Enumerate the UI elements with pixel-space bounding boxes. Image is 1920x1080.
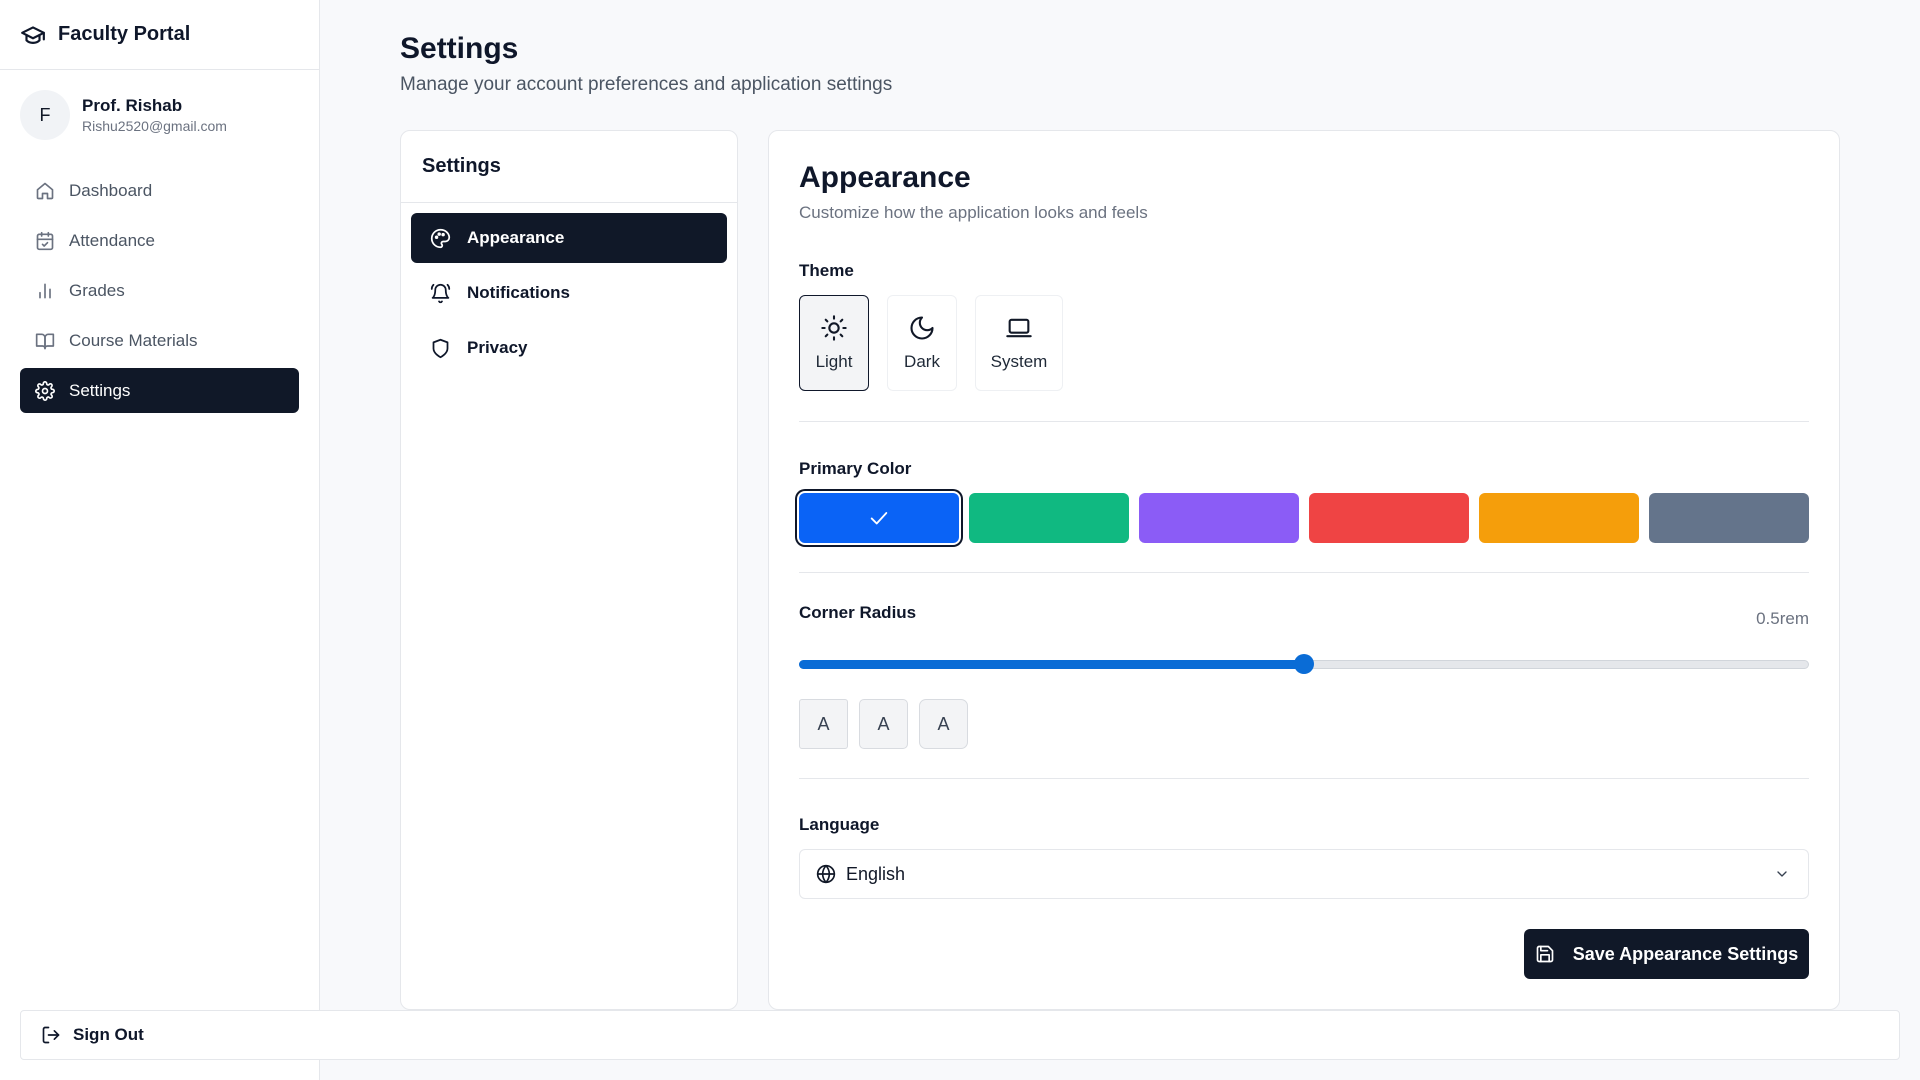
theme-label: Theme	[799, 261, 854, 280]
brand-header: Faculty Portal	[0, 0, 319, 70]
appearance-title: Appearance	[799, 161, 971, 194]
avatar: F	[20, 90, 70, 140]
sidebar-item-dashboard[interactable]: Dashboard	[20, 168, 299, 213]
settings-tab-notifications[interactable]: Notifications	[411, 268, 727, 318]
log-out-icon	[41, 1025, 61, 1045]
sidebar-item-grades[interactable]: Grades	[20, 268, 299, 313]
settings-tab-label: Appearance	[467, 228, 565, 247]
settings-tab-appearance[interactable]: Appearance	[411, 213, 727, 263]
color-swatch[interactable]	[1649, 493, 1809, 543]
book-open-icon	[35, 331, 55, 351]
page-title: Settings	[400, 32, 519, 65]
color-swatch[interactable]	[1139, 493, 1299, 543]
save-appearance-button[interactable]: Save Appearance Settings	[1524, 929, 1809, 979]
laptop-icon	[1005, 314, 1033, 342]
shield-icon	[430, 338, 451, 359]
palette-icon	[430, 228, 451, 249]
theme-option-label: Light	[815, 352, 853, 371]
chevron-down-icon	[1774, 866, 1790, 882]
save-button-label: Save Appearance Settings	[1572, 943, 1799, 964]
theme-option-label: System	[990, 352, 1048, 371]
page-subtitle: Manage your account preferences and appl…	[400, 74, 893, 95]
globe-icon	[816, 864, 836, 884]
gear-icon	[35, 380, 55, 401]
language-label: Language	[799, 815, 880, 834]
appearance-card: Appearance Customize how the application…	[768, 130, 1840, 1010]
theme-option-system[interactable]: System	[975, 295, 1063, 391]
bar-chart-icon	[35, 281, 55, 301]
settings-tab-label: Notifications	[467, 283, 570, 302]
home-icon	[35, 181, 55, 201]
section-divider	[799, 572, 1809, 573]
sidebar-item-settings[interactable]: Settings	[20, 368, 299, 413]
settings-tab-privacy[interactable]: Privacy	[411, 323, 727, 373]
color-swatch[interactable]	[969, 493, 1129, 543]
theme-option-dark[interactable]: Dark	[887, 295, 957, 391]
sidebar-item-attendance[interactable]: Attendance	[20, 218, 299, 263]
section-divider	[799, 421, 1809, 422]
sidebar-item-course-materials[interactable]: Course Materials	[20, 318, 299, 363]
sidebar-item-label: Settings	[69, 380, 131, 400]
graduation-cap-icon	[20, 22, 46, 48]
settings-menu-list: Appearance Notifications Privacy	[401, 203, 737, 388]
slider-thumb[interactable]	[1294, 654, 1314, 674]
color-swatches	[799, 493, 1809, 543]
bell-ring-icon	[430, 283, 451, 304]
save-icon	[1535, 944, 1555, 964]
settings-menu-title: Settings	[401, 131, 737, 203]
sidebar-item-label: Attendance	[69, 230, 156, 250]
moon-icon	[908, 314, 936, 342]
sign-out-label: Sign Out	[73, 1025, 144, 1044]
corner-radius-value: 0.5rem	[1756, 609, 1809, 628]
sign-out-button[interactable]: Sign Out	[20, 1010, 1900, 1060]
primary-color-label: Primary Color	[799, 459, 912, 478]
theme-option-light[interactable]: Light	[799, 295, 869, 391]
corner-radius-slider[interactable]	[799, 654, 1809, 674]
radius-preview-options: A A A	[799, 699, 968, 749]
radius-preview-medium[interactable]: A	[859, 699, 908, 749]
sidebar-item-label: Dashboard	[69, 180, 153, 200]
user-profile: F Prof. Rishab Rishu2520@gmail.com	[0, 70, 319, 158]
corner-radius-label: Corner Radius	[799, 603, 917, 622]
language-value: English	[846, 863, 906, 884]
settings-tab-label: Privacy	[467, 338, 528, 357]
theme-options: Light Dark System	[799, 295, 1063, 391]
sidebar: Faculty Portal F Prof. Rishab Rishu2520@…	[0, 0, 320, 1080]
app-title: Faculty Portal	[58, 23, 191, 45]
sidebar-item-label: Course Materials	[69, 330, 198, 350]
color-swatch[interactable]	[1479, 493, 1639, 543]
language-select[interactable]: English	[799, 849, 1809, 899]
sidebar-item-label: Grades	[69, 280, 125, 300]
color-swatch[interactable]	[1309, 493, 1469, 543]
section-divider	[799, 778, 1809, 779]
check-icon	[868, 507, 890, 529]
user-email: Rishu2520@gmail.com	[82, 118, 227, 134]
settings-menu-card: Settings Appearance Notifications Privac…	[400, 130, 738, 1010]
radius-preview-large[interactable]: A	[919, 699, 968, 749]
sidebar-nav: Dashboard Attendance Grades Course Mater…	[0, 158, 319, 413]
calendar-check-icon	[35, 231, 55, 251]
radius-preview-small[interactable]: A	[799, 699, 848, 749]
theme-option-label: Dark	[904, 352, 940, 371]
user-name: Prof. Rishab	[82, 96, 183, 115]
sun-icon	[820, 314, 848, 342]
appearance-description: Customize how the application looks and …	[799, 203, 1148, 222]
slider-fill	[799, 660, 1304, 669]
color-swatch[interactable]	[799, 493, 959, 543]
